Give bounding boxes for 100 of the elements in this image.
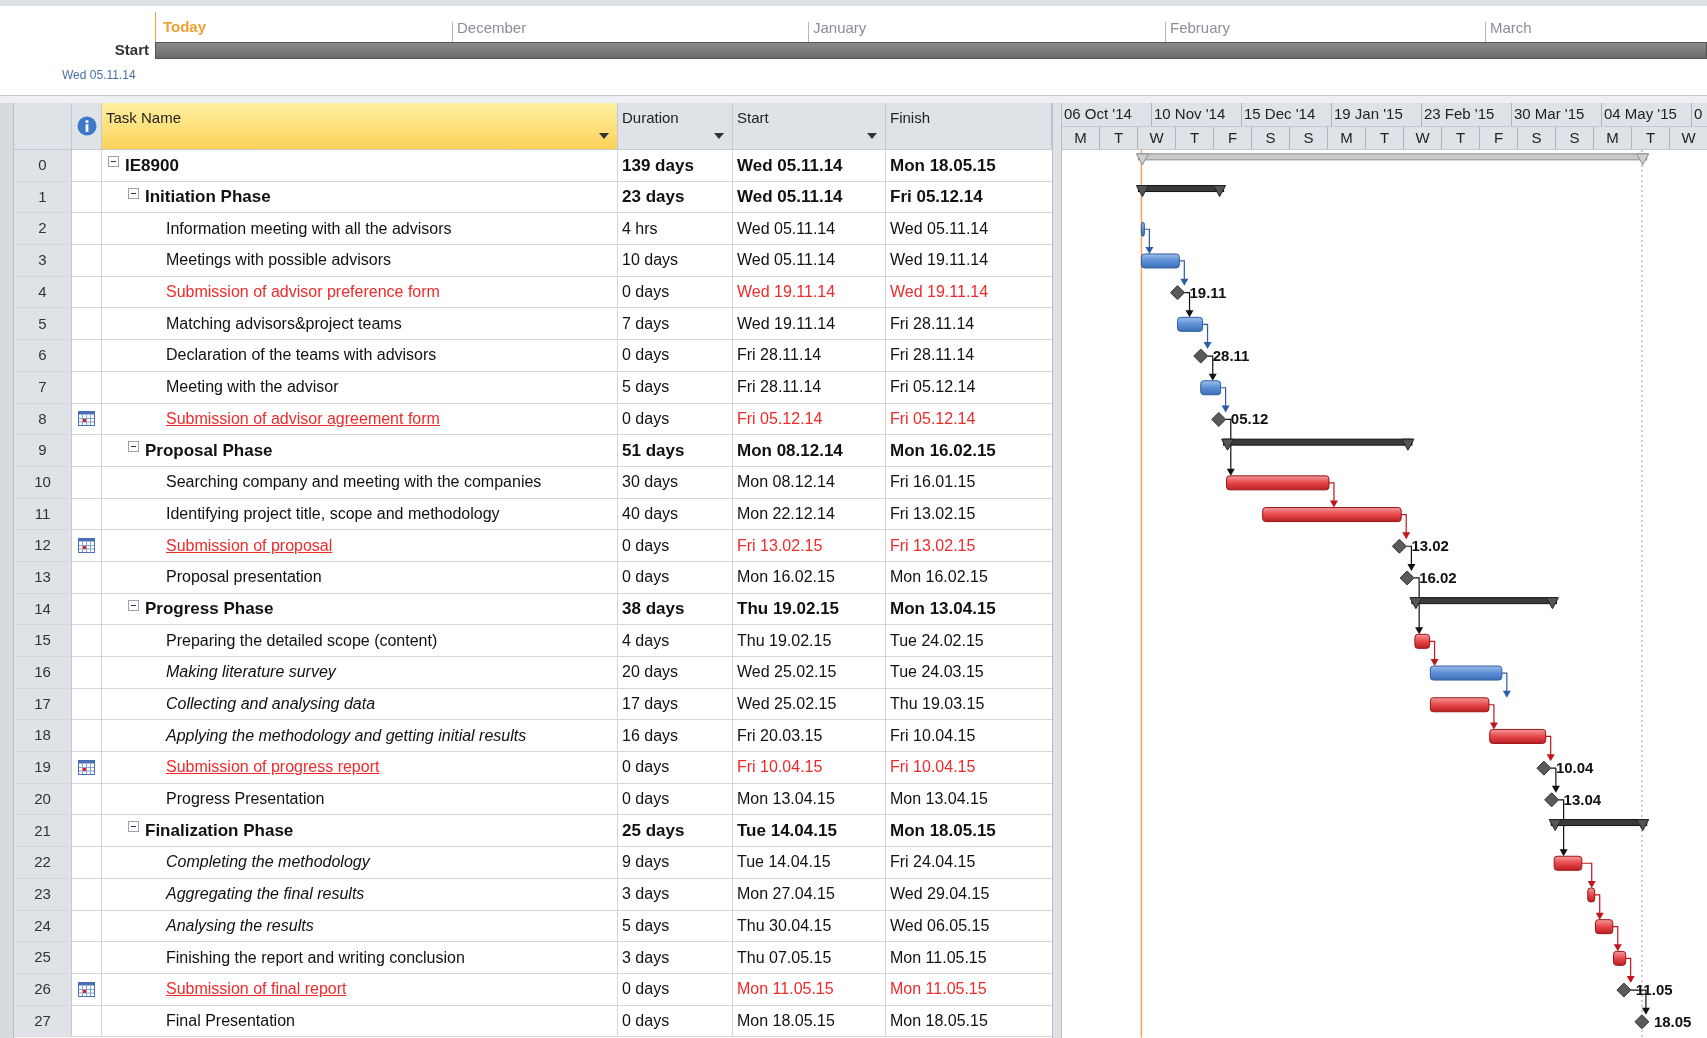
task-name: Submission of advisor preference form [166, 282, 440, 303]
finish-cell-text: Thu 19.03.15 [889, 694, 986, 715]
finish-cell-text: Fri 05.12.14 [889, 408, 977, 429]
day-label: S [1556, 127, 1594, 149]
finish-cell-text: Fri 05.12.14 [889, 186, 984, 209]
row-number: 26 [14, 973, 72, 1005]
milestone-label: 13.04 [1563, 790, 1602, 808]
collapse-icon[interactable] [128, 821, 139, 833]
today-label: Today [163, 17, 207, 37]
row-number: 8 [14, 403, 72, 435]
start-cell: Mon 27.04.15 [733, 878, 886, 910]
task-name: Collecting and analysing data [166, 694, 376, 715]
start-cell: Fri 28.11.14 [733, 340, 886, 371]
row-number: 1 [14, 181, 72, 213]
day-label: W [1404, 127, 1442, 149]
collapse-icon[interactable] [128, 441, 139, 453]
start-cell: Wed 25.02.15 [733, 657, 886, 688]
collapse-icon[interactable] [108, 156, 119, 167]
row-number: 18 [14, 720, 72, 752]
duration-cell: 4 days [618, 625, 733, 656]
week-label: 30 Mar '15 [1512, 103, 1602, 126]
finish-cell-text: Wed 05.11.14 [889, 218, 990, 239]
row-number: 14 [14, 593, 72, 625]
link-arrow [1328, 482, 1338, 508]
row-number: 6 [14, 340, 72, 371]
duration-cell: 3 days [618, 942, 733, 973]
column-header[interactable]: Duration [618, 103, 733, 149]
start-cell: Mon 08.12.14 [733, 435, 886, 466]
duration-cell: 17 days [618, 688, 733, 720]
duration-cell: 0 days [618, 403, 733, 435]
finish-cell-text: Wed 19.11.14 [889, 250, 990, 271]
row-number: 25 [14, 942, 72, 973]
row-number: 24 [14, 910, 72, 942]
collapse-icon[interactable] [128, 187, 139, 199]
finish-cell-text: Mon 16.02.15 [889, 567, 989, 588]
start-cell: Fri 05.12.14 [733, 403, 886, 435]
duration-cell: 5 days [618, 910, 733, 942]
milestone-label: 05.12 [1230, 410, 1269, 428]
start-cell: Wed 19.11.14 [733, 308, 886, 340]
duration-cell: 0 days [618, 276, 733, 308]
task-name: Aggregating the final results [166, 884, 365, 905]
start-date: Wed 05.11.14 [62, 67, 136, 84]
task-name: Finishing the report and writing conclusion [166, 947, 465, 968]
row-number: 20 [14, 783, 72, 815]
start-cell: Fri 28.11.14 [733, 371, 886, 403]
start-cell: Thu 07.05.15 [733, 942, 886, 973]
day-label: M [1594, 127, 1632, 149]
task-name: Submission of proposal [166, 535, 333, 556]
finish-cell-text: Wed 29.04.15 [889, 884, 991, 905]
start-cell: Wed 19.11.14 [733, 276, 886, 308]
day-label: M [1328, 127, 1366, 149]
link-arrow [1400, 513, 1411, 540]
calendar-icon [78, 981, 95, 997]
finish-cell-text: Mon 13.04.15 [889, 598, 997, 621]
task-name: Submission of final report [166, 979, 347, 1000]
day-label: T [1442, 127, 1480, 149]
finish-cell-text: Mon 16.02.15 [889, 439, 997, 462]
row-number: 17 [14, 688, 72, 720]
column-header[interactable]: Task Name [102, 103, 618, 149]
column-header[interactable]: Start [733, 103, 886, 149]
duration-cell: 0 days [618, 1005, 733, 1037]
finish-cell-text: Wed 19.11.14 [889, 282, 990, 303]
task-name: IE8900 [125, 154, 179, 177]
start-cell: Thu 19.02.15 [733, 625, 886, 656]
duration-cell: 10 days [618, 245, 733, 276]
start-cell: Tue 14.04.15 [733, 815, 886, 847]
start-cell: Thu 30.04.15 [733, 910, 886, 942]
link-arrow [1612, 926, 1622, 952]
row-number: 16 [14, 657, 72, 688]
finish-cell-text: Fri 10.04.15 [889, 725, 977, 746]
start-cell: Mon 08.12.14 [733, 466, 886, 498]
start-cell: Mon 18.05.15 [733, 1005, 886, 1037]
collapse-icon[interactable] [128, 599, 139, 611]
day-label: T [1366, 127, 1404, 149]
day-label: F [1480, 127, 1518, 149]
week-label: 06 Oct '14 [1062, 103, 1152, 126]
task-name: Analysing the results [166, 915, 314, 936]
row-number: 15 [14, 625, 72, 656]
start-cell: Fri 13.02.15 [733, 530, 886, 561]
link-arrow [1488, 704, 1498, 730]
task-name: Final Presentation [166, 1010, 295, 1031]
month-label: March [1490, 18, 1532, 38]
finish-cell-text: Tue 24.03.15 [889, 662, 985, 683]
task-name: Information meeting with all the advisors [166, 218, 452, 239]
start-cell: Wed 05.11.14 [733, 181, 886, 213]
start-cell: Wed 05.11.14 [733, 150, 886, 181]
task-name: Proposal Phase [145, 439, 273, 462]
duration-cell: 0 days [618, 340, 733, 371]
start-cell: Fri 20.03.15 [733, 720, 886, 752]
task-name: Applying the methodology and getting initial results [166, 725, 527, 746]
milestone-label: 13.02 [1411, 537, 1449, 555]
duration-cell: 0 days [618, 561, 733, 593]
row-number: 9 [14, 435, 72, 466]
task-name: Finalization Phase [145, 820, 294, 843]
duration-cell: 30 days [618, 466, 733, 498]
duration-cell: 51 days [618, 435, 733, 466]
column-header[interactable]: Finish [886, 103, 1052, 149]
finish-cell-text: Mon 18.05.15 [889, 154, 997, 177]
milestone-label: 16.02 [1419, 568, 1457, 586]
milestone-diamond [1193, 348, 1209, 364]
